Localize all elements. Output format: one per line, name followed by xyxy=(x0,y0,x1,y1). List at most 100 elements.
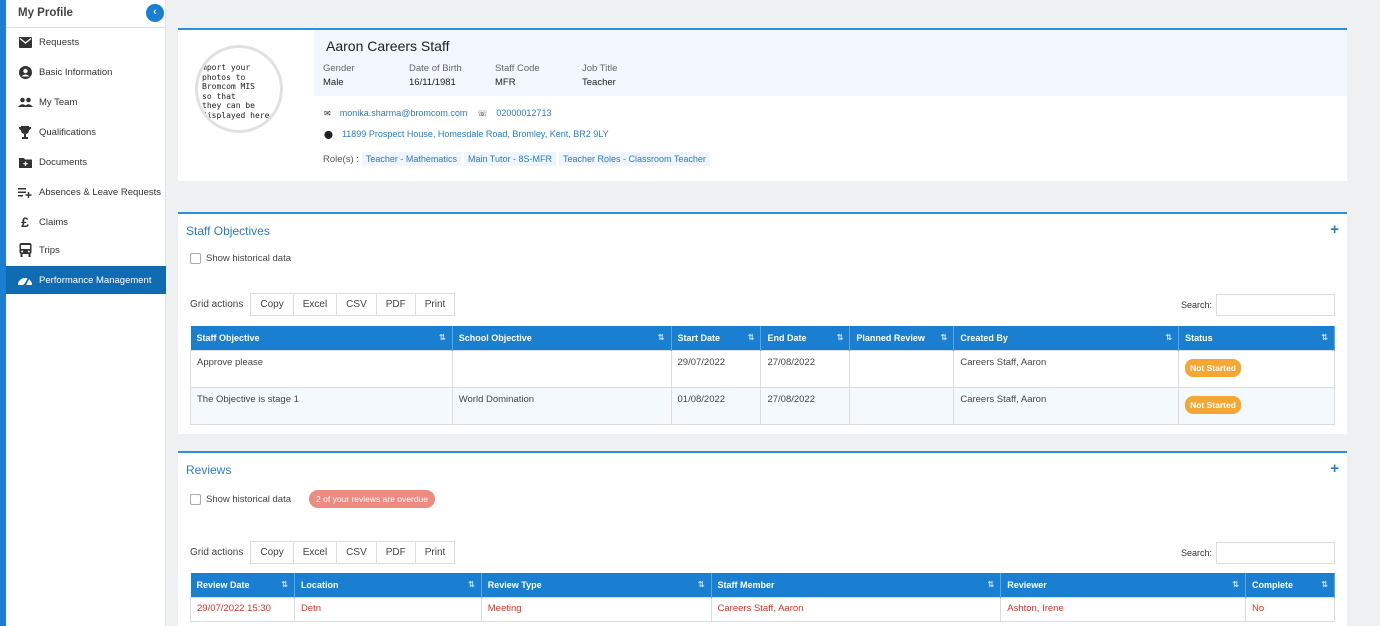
table-cell: 27/08/2022 xyxy=(760,349,851,388)
column-header[interactable]: Created By ⇅ xyxy=(953,326,1180,350)
section-title: Staff Objectives xyxy=(186,224,270,238)
column-header[interactable]: Planned Review ⇅ xyxy=(849,326,955,350)
job-title-label: Job Title xyxy=(582,63,618,74)
column-header[interactable]: School Objective ⇅ xyxy=(452,326,672,350)
sidebar-item-label: Absences & Leave Requests xyxy=(39,186,161,198)
excel-button[interactable]: Excel xyxy=(292,541,338,564)
reviews-panel: Reviews + Show historical data 2 of your… xyxy=(178,451,1347,626)
grid-actions: Grid actions Copy Excel CSV PDF Print xyxy=(190,541,456,564)
table-row[interactable]: The Objective is stage 1 World Dominatio… xyxy=(190,386,1335,425)
column-header[interactable]: Reviewer ⇅ xyxy=(1000,573,1246,597)
user-circle-icon xyxy=(17,64,33,80)
column-header[interactable]: Complete ⇅ xyxy=(1245,573,1335,597)
column-header[interactable]: Status ⇅ xyxy=(1178,326,1335,350)
show-historical-row: Show historical data 2 of your reviews a… xyxy=(190,490,436,508)
profile-photo-placeholder: mport your photos to Bromcom MIS so that… xyxy=(195,45,283,133)
search-input[interactable] xyxy=(1216,542,1335,564)
status-badge: Not Started xyxy=(1185,358,1241,377)
column-header[interactable]: Start Date ⇅ xyxy=(671,326,762,350)
copy-button[interactable]: Copy xyxy=(250,293,294,316)
csv-button[interactable]: CSV xyxy=(336,541,377,564)
sidebar-item-my-team[interactable]: My Team xyxy=(6,89,166,115)
table-cell: 01/08/2022 xyxy=(670,386,762,425)
sidebar-item-label: Documents xyxy=(39,156,88,168)
table-cell: Not Started xyxy=(1178,349,1335,388)
sidebar-title: My Profile xyxy=(18,7,73,19)
envelope-icon: ✉ xyxy=(324,108,331,118)
sort-icon: ⇅ xyxy=(439,333,446,342)
phone-icon: ☏ xyxy=(477,108,488,118)
objectives-table: Staff Objective ⇅ School Objective ⇅ Start… xyxy=(190,326,1335,425)
sidebar-item-claims[interactable]: £ Claims xyxy=(6,209,166,235)
address-link[interactable]: 11899 Prospect House, Homesdale Road, Br… xyxy=(342,129,609,139)
staff-objectives-panel: Staff Objectives + Show historical data … xyxy=(178,212,1347,434)
column-header[interactable]: Staff Member ⇅ xyxy=(711,573,1002,597)
sidebar-item-qualifications[interactable]: Qualifications xyxy=(6,119,166,145)
role-tag[interactable]: Teacher Roles - Classroom Teacher xyxy=(558,152,710,166)
grid-actions-label: Grid actions xyxy=(190,547,244,558)
grid-actions: Grid actions Copy Excel CSV PDF Print xyxy=(190,293,456,316)
sort-icon: ⇅ xyxy=(1165,333,1173,342)
sidebar-item-performance-management[interactable]: Performance Management xyxy=(6,266,166,294)
role-tag[interactable]: Main Tutor - 8S-MFR xyxy=(463,152,556,166)
column-header[interactable]: Staff Objective ⇅ xyxy=(190,326,453,350)
sidebar-item-trips[interactable]: Trips xyxy=(6,237,166,263)
plus-icon: + xyxy=(1330,221,1339,238)
table-cell: 29/07/2022 15:30 xyxy=(190,596,295,622)
photo-placeholder-text: mport your photos to Bromcom MIS so that… xyxy=(202,63,270,120)
show-historical-checkbox[interactable] xyxy=(190,253,201,264)
table-row[interactable]: Approve please 29/07/2022 27/08/2022 Car… xyxy=(190,349,1335,388)
column-header[interactable]: Review Date ⇅ xyxy=(190,573,295,597)
sort-icon: ⇅ xyxy=(747,333,755,342)
sidebar-item-absences-leave-requests[interactable]: Absences & Leave Requests xyxy=(6,179,166,205)
gender-value: Male xyxy=(323,77,344,88)
table-cell xyxy=(849,349,955,388)
sidebar-item-label: Qualifications xyxy=(39,126,97,138)
speedometer-icon xyxy=(17,272,33,288)
show-historical-checkbox[interactable] xyxy=(190,493,201,505)
column-header[interactable]: Location ⇅ xyxy=(294,573,482,597)
sidebar-item-label: My Team xyxy=(39,96,78,108)
table-cell xyxy=(849,386,955,425)
email-link[interactable]: monika.sharma@bromcom.com xyxy=(340,108,468,118)
table-cell: World Domination xyxy=(451,386,672,425)
pdf-button[interactable]: PDF xyxy=(375,293,416,316)
reviews-table: Review Date ⇅ Location ⇅ Review Type ⇅ Staf… xyxy=(190,573,1335,622)
search-area: Search: xyxy=(1181,294,1335,316)
table-header-row: Staff Objective ⇅ School Objective ⇅ Start… xyxy=(190,326,1335,350)
location-pin-icon: ⬤ xyxy=(324,129,333,139)
search-label: Search: xyxy=(1180,300,1212,310)
sidebar-item-requests[interactable]: Requests xyxy=(6,29,166,55)
sidebar-collapse-button[interactable]: ‹ xyxy=(146,4,164,22)
pdf-button[interactable]: PDF xyxy=(375,541,416,564)
sidebar-item-basic-information[interactable]: Basic Information xyxy=(6,59,166,85)
sort-icon: ⇅ xyxy=(1232,580,1239,589)
table-header-row: Review Date ⇅ Location ⇅ Review Type ⇅ Staf… xyxy=(190,573,1335,597)
print-button[interactable]: Print xyxy=(414,541,456,564)
print-button[interactable]: Print xyxy=(414,293,456,316)
table-cell: Meeting xyxy=(480,596,712,622)
phone-link[interactable]: 02000012713 xyxy=(496,108,551,118)
csv-button[interactable]: CSV xyxy=(336,293,377,316)
table-cell: No xyxy=(1245,596,1335,622)
sort-icon: ⇅ xyxy=(468,580,475,589)
column-header[interactable]: End Date ⇅ xyxy=(760,326,851,350)
staff-code-label: Staff Code xyxy=(495,63,540,74)
table-row[interactable]: 29/07/2022 15:30 Detn Meeting Careers St… xyxy=(190,596,1335,622)
column-header[interactable]: Review Type ⇅ xyxy=(481,573,712,597)
sidebar-header: My Profile xyxy=(6,0,165,28)
sort-icon: ⇅ xyxy=(1321,580,1328,589)
copy-button[interactable]: Copy xyxy=(250,541,294,564)
excel-button[interactable]: Excel xyxy=(292,293,338,316)
role-tag[interactable]: Teacher - Mathematics xyxy=(361,152,461,166)
sort-icon: ⇅ xyxy=(697,580,705,589)
add-objective-button[interactable]: + xyxy=(1330,221,1339,238)
add-review-button[interactable]: + xyxy=(1330,460,1339,477)
table-cell xyxy=(451,349,672,388)
search-input[interactable] xyxy=(1216,294,1335,316)
roles-row: Role(s) : Teacher - Mathematics Main Tut… xyxy=(323,152,710,166)
sidebar-item-documents[interactable]: Documents xyxy=(6,149,166,175)
table-cell: Careers Staff, Aaron xyxy=(953,349,1180,388)
gender-label: Gender xyxy=(323,63,355,74)
plus-icon: + xyxy=(1330,460,1339,477)
